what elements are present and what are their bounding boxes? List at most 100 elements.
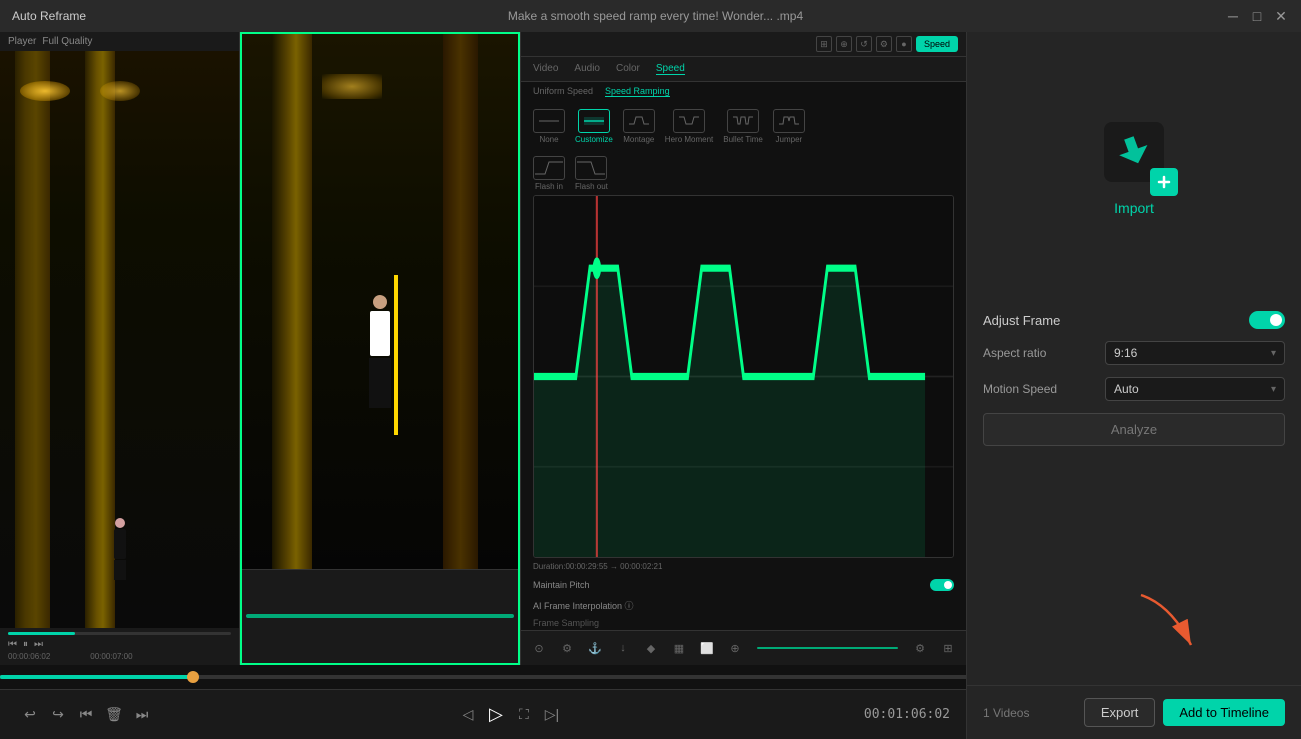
preset-hero[interactable]: Hero Moment — [665, 109, 713, 144]
tool-btn-circle[interactable]: ⊙ — [529, 638, 549, 658]
import-icon-area[interactable] — [1094, 112, 1174, 192]
center-timeline — [242, 569, 518, 663]
maintain-pitch-toggle[interactable] — [930, 579, 954, 591]
delete-button[interactable]: 🗑 — [100, 701, 128, 729]
player-progress-track[interactable] — [8, 632, 231, 635]
window-controls: ─ □ ✕ — [1225, 8, 1289, 24]
figure-body — [114, 529, 126, 559]
pillar-left — [15, 51, 50, 628]
close-button[interactable]: ✕ — [1273, 8, 1289, 24]
fullscreen-button[interactable]: ⛶ — [510, 701, 538, 729]
properties-panel: Adjust Frame Aspect ratio 9:16 ▾ Motion … — [967, 295, 1301, 462]
icon-screen[interactable]: ⊞ — [816, 36, 832, 52]
light-left — [20, 81, 70, 101]
import-plus-icon — [1155, 173, 1173, 191]
player-time: 00:00:06:02 00:00:07:00 — [8, 652, 231, 661]
add-timeline-button[interactable]: Add to Timeline — [1163, 699, 1285, 726]
tool-btn-diamond[interactable]: ◆ — [641, 638, 661, 658]
icon-refresh[interactable]: ↺ — [856, 36, 872, 52]
center-figure — [369, 295, 391, 408]
player-label: Player — [8, 36, 36, 47]
toolbar-icons: ⊞ ⊕ ↺ ⚙ ● Speed — [816, 36, 958, 52]
preset-montage[interactable]: Montage — [623, 109, 655, 144]
player-progress-fill — [8, 632, 75, 635]
analyze-button[interactable]: Analyze — [983, 413, 1285, 446]
maintain-pitch-label: Maintain Pitch — [533, 580, 590, 590]
tool-btn-cam[interactable]: ⬜ — [697, 638, 717, 658]
preset-jumper[interactable]: Jumper — [773, 109, 805, 144]
app-name: Auto Reframe — [12, 9, 86, 23]
maintain-pitch-row: Maintain Pitch — [521, 575, 966, 595]
stop-button-small[interactable]: ⏸ — [23, 639, 28, 650]
time-display: 00:01:06:02 — [864, 707, 950, 722]
main-layout: Player Full Quality — [0, 32, 1301, 739]
figure-legs — [114, 560, 126, 580]
preset-hero-label: Hero Moment — [665, 135, 713, 144]
progress-track[interactable] — [0, 675, 966, 679]
icon-mic[interactable]: ● — [896, 36, 912, 52]
center-light — [322, 74, 382, 99]
next-button-small[interactable]: ⏭ — [34, 639, 43, 650]
motion-speed-select[interactable]: Auto ▾ — [1105, 377, 1285, 401]
video-preview: Player Full Quality — [0, 32, 966, 665]
preset-none-icon — [533, 109, 565, 133]
preset-montage-icon — [623, 109, 655, 133]
adjust-frame-toggle[interactable] — [1249, 311, 1285, 329]
aspect-ratio-select[interactable]: 9:16 ▾ — [1105, 341, 1285, 365]
file-name: Make a smooth speed ramp every time! Won… — [508, 9, 803, 23]
skip-back-button[interactable]: ⏮ — [72, 701, 100, 729]
arrow-annotation — [1121, 585, 1221, 665]
motion-speed-row: Motion Speed Auto ▾ — [983, 377, 1285, 401]
figure — [110, 518, 130, 578]
icon-settings[interactable]: ⚙ — [876, 36, 892, 52]
frame-forward-button[interactable]: ▷| — [538, 701, 566, 729]
progress-thumb[interactable] — [187, 671, 199, 683]
play-button-small[interactable]: ⏮ — [8, 639, 17, 650]
skip-forward-button[interactable]: ⏭ — [128, 701, 156, 729]
undo-button[interactable]: ↩ — [16, 701, 44, 729]
maximize-button[interactable]: □ — [1249, 8, 1265, 24]
title-bar: Auto Reframe Make a smooth speed ramp ev… — [0, 0, 1301, 32]
speed-type-tabs: Uniform Speed Speed Ramping — [521, 82, 966, 101]
preset-flash-out-label: Flash out — [575, 182, 608, 191]
tool-btn-plus-circle[interactable]: ⊕ — [725, 638, 745, 658]
adjust-frame-label: Adjust Frame — [983, 313, 1060, 328]
player-buttons: ⏮ ⏸ ⏭ — [8, 639, 231, 650]
preset-montage-label: Montage — [623, 135, 654, 144]
preset-bullet[interactable]: Bullet Time — [723, 109, 763, 144]
tool-btn-gear[interactable]: ⚙ — [557, 638, 577, 658]
embedded-editor: Player Full Quality — [0, 32, 966, 665]
aspect-ratio-label: Aspect ratio — [983, 346, 1046, 360]
export-button-small[interactable]: Speed — [916, 36, 958, 52]
preset-flash-out[interactable]: Flash out — [575, 156, 608, 191]
tab-color[interactable]: Color — [616, 63, 640, 75]
tab-speed[interactable]: Speed — [656, 63, 685, 75]
uniform-speed-tab[interactable]: Uniform Speed — [533, 86, 593, 97]
center-timeline-track[interactable] — [246, 614, 514, 618]
tool-btn-film[interactable]: ▦ — [669, 638, 689, 658]
import-label: Import — [1114, 200, 1154, 216]
speed-ramping-tab[interactable]: Speed Ramping — [605, 86, 670, 97]
redo-button[interactable]: ↪ — [44, 701, 72, 729]
icon-zoom[interactable]: ⊕ — [836, 36, 852, 52]
tool-btn-down[interactable]: ↓ — [613, 638, 633, 658]
play-pause-button[interactable]: ▷ — [482, 701, 510, 729]
preset-customize[interactable]: Customize — [575, 109, 613, 144]
tool-btn-grid[interactable]: ⊞ — [938, 638, 958, 658]
tab-video[interactable]: Video — [533, 63, 558, 75]
frame-back-button[interactable]: ◁ — [454, 701, 482, 729]
duration-info: Duration:00:00:29:55 → 00:00:02:21 — [521, 558, 966, 575]
export-main-button[interactable]: Export — [1084, 698, 1156, 727]
speed-graph-svg — [534, 196, 953, 557]
preset-customize-label: Customize — [575, 135, 613, 144]
tool-btn-settings2[interactable]: ⚙ — [910, 638, 930, 658]
preset-customize-icon — [578, 109, 610, 133]
minimize-button[interactable]: ─ — [1225, 8, 1241, 24]
tool-btn-anchor[interactable]: ⚓ — [585, 638, 605, 658]
preset-none[interactable]: None — [533, 109, 565, 144]
garage-scene — [0, 51, 239, 628]
ai-frame-label: AI Frame Interpolation ⓘ — [533, 599, 634, 612]
center-garage-scene — [242, 34, 518, 569]
preset-flash-in[interactable]: Flash in — [533, 156, 565, 191]
tab-audio[interactable]: Audio — [574, 63, 600, 75]
